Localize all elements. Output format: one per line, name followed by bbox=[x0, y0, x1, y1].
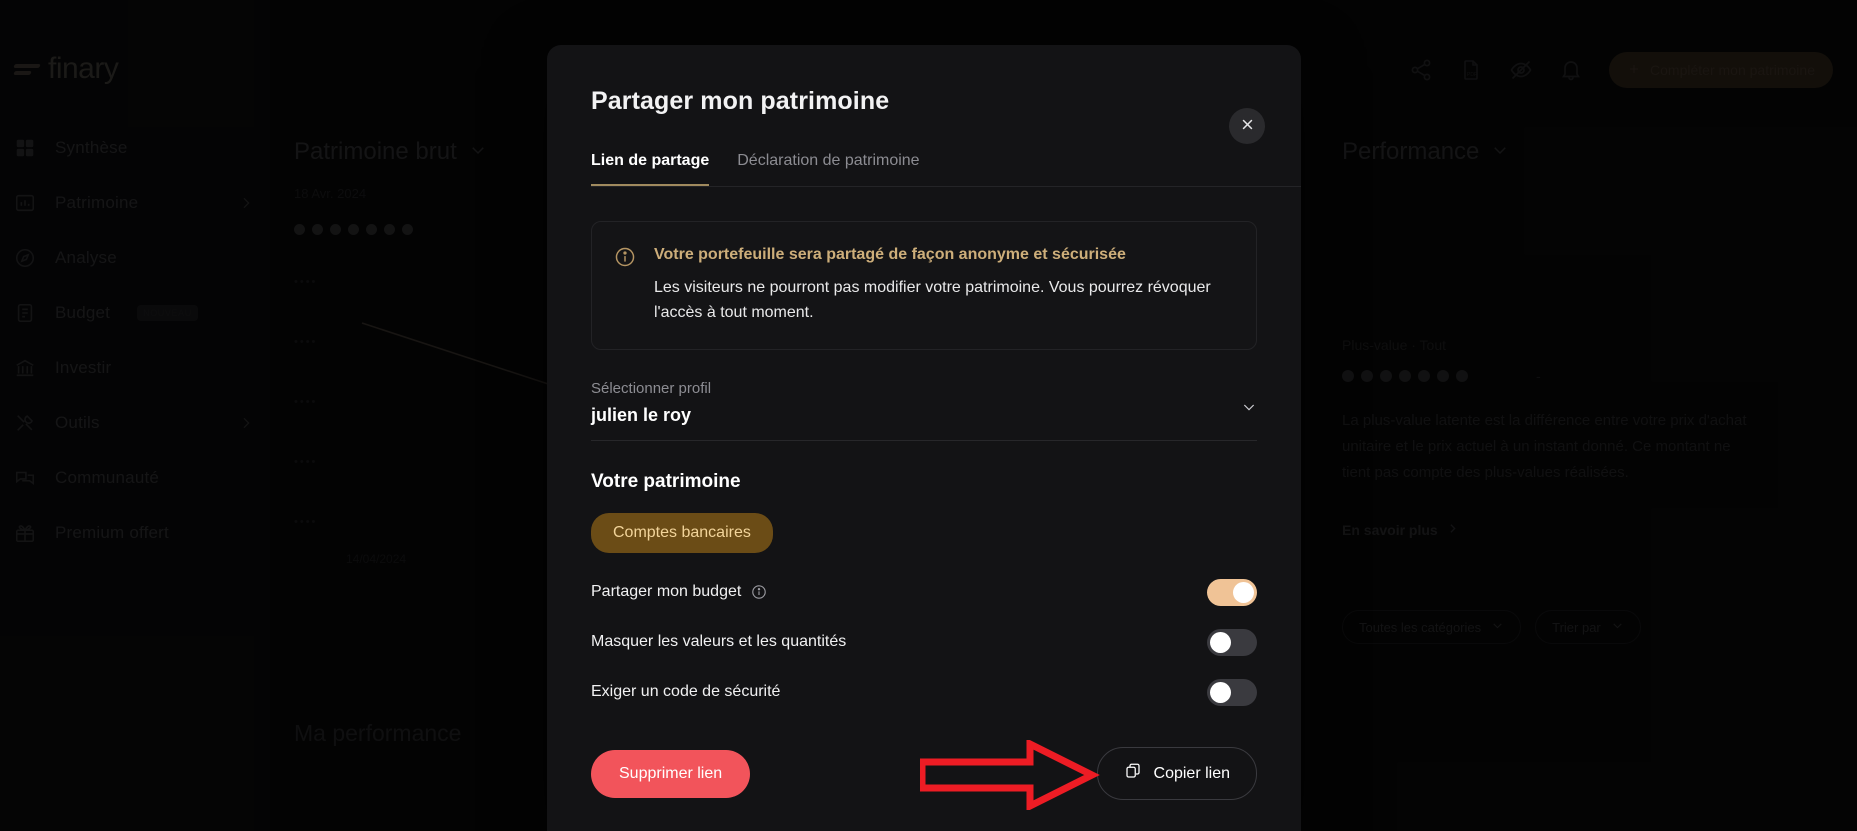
toggle-label-wrap: Exiger un code de sécurité bbox=[591, 683, 780, 701]
modal-tabs: Lien de partage Déclaration de patrimoin… bbox=[591, 152, 1301, 186]
toggle-label: Masquer les valeurs et les quantités bbox=[591, 633, 847, 650]
toggle-row-masquer-valeurs: Masquer les valeurs et les quantités bbox=[591, 619, 1257, 665]
chip-comptes-bancaires[interactable]: Comptes bancaires bbox=[591, 513, 773, 553]
toggle-code-securite[interactable] bbox=[1207, 678, 1257, 706]
info-icon bbox=[614, 246, 636, 268]
copier-lien-label: Copier lien bbox=[1153, 764, 1230, 782]
toggle-row-partager-budget: Partager mon budget bbox=[591, 569, 1257, 615]
info-text-wrap: Votre portefeuille sera partagé de façon… bbox=[654, 244, 1234, 325]
modal-body: Votre portefeuille sera partagé de façon… bbox=[547, 187, 1301, 800]
tab-declaration-de-patrimoine[interactable]: Déclaration de patrimoine bbox=[737, 152, 919, 186]
toggle-knob bbox=[1233, 581, 1254, 603]
info-banner: Votre portefeuille sera partagé de façon… bbox=[591, 221, 1257, 350]
share-patrimoine-modal: Partager mon patrimoine Lien de partage … bbox=[547, 45, 1301, 831]
tab-lien-de-partage[interactable]: Lien de partage bbox=[591, 152, 710, 186]
chevron-down-icon bbox=[1241, 399, 1257, 420]
profile-select[interactable]: Sélectionner profil julien le roy bbox=[591, 380, 1257, 441]
copier-lien-button[interactable]: Copier lien bbox=[1096, 747, 1257, 800]
supprimer-lien-button[interactable]: Supprimer lien bbox=[591, 749, 751, 798]
profile-select-label: Sélectionner profil bbox=[591, 380, 712, 397]
info-title: Votre portefeuille sera partagé de façon… bbox=[654, 246, 1126, 263]
modal-header: Partager mon patrimoine bbox=[547, 45, 1301, 144]
close-icon bbox=[1240, 117, 1255, 135]
toggle-masquer-valeurs[interactable] bbox=[1207, 628, 1257, 656]
chip-list: Comptes bancaires bbox=[591, 493, 1257, 553]
profile-select-value: julien le roy bbox=[591, 405, 692, 425]
toggle-knob bbox=[1210, 681, 1231, 703]
close-button[interactable] bbox=[1229, 108, 1265, 144]
modal-title: Partager mon patrimoine bbox=[591, 87, 890, 115]
votre-patrimoine-heading: Votre patrimoine bbox=[591, 471, 741, 492]
toggle-label-wrap: Masquer les valeurs et les quantités bbox=[591, 633, 846, 651]
toggle-row-code-securite: Exiger un code de sécurité bbox=[591, 669, 1257, 715]
toggle-label-wrap: Partager mon budget bbox=[591, 583, 767, 601]
copy-icon bbox=[1124, 762, 1142, 785]
toggle-label: Exiger un code de sécurité bbox=[591, 683, 781, 700]
app-root: finary Synthèse Patrimoine bbox=[0, 0, 1857, 831]
info-description: Les visiteurs ne pourront pas modifier v… bbox=[654, 279, 1211, 321]
red-arrow-annotation bbox=[920, 740, 1100, 810]
info-icon[interactable] bbox=[751, 584, 767, 600]
toggle-partager-budget[interactable] bbox=[1207, 578, 1257, 606]
toggle-label: Partager mon budget bbox=[591, 583, 742, 600]
toggle-knob bbox=[1210, 631, 1231, 653]
